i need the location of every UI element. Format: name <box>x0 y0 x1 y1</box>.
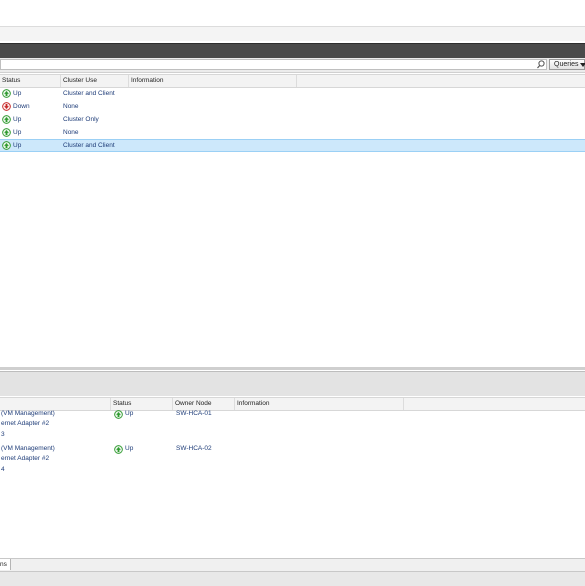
network-status: Up <box>13 129 22 136</box>
networks-grid-header: Status Cluster Use Information <box>0 74 585 88</box>
network-cluster-use: Cluster Only <box>63 116 99 123</box>
pane-title-bar <box>0 43 585 58</box>
network-cluster-use: Cluster and Client <box>63 90 115 97</box>
queries-label: Queries <box>554 61 579 68</box>
down-arrow-icon <box>2 102 11 111</box>
column-header-cluster-use[interactable]: Cluster Use <box>61 75 129 87</box>
connection-address: 3 <box>1 431 5 438</box>
connection-name: (VM Management) <box>1 445 55 452</box>
window-top-area <box>0 0 585 27</box>
network-status: Down <box>13 103 30 110</box>
connection-status: Up <box>125 445 134 452</box>
list-item[interactable]: (VM Management) ernet Adapter #2 3 Up SW… <box>0 410 585 442</box>
connection-status: Up <box>125 410 134 417</box>
network-cluster-use: None <box>63 103 79 110</box>
filter-input[interactable] <box>0 59 547 70</box>
tab-strip <box>0 558 585 571</box>
column-header-status[interactable]: Status <box>0 75 61 87</box>
network-status: Up <box>13 142 22 149</box>
list-item[interactable]: (VM Management) ernet Adapter #2 4 Up SW… <box>0 445 585 477</box>
network-status: Up <box>13 90 22 97</box>
connection-address: 4 <box>1 466 5 473</box>
column-header-information[interactable]: Information <box>235 398 404 410</box>
table-row[interactable]: Up Cluster and Client <box>0 87 585 100</box>
table-row[interactable]: Up Cluster Only <box>0 113 585 126</box>
up-arrow-icon <box>2 115 11 124</box>
connection-owner-node: SW-HCA-02 <box>176 445 212 452</box>
column-header-name[interactable] <box>0 398 111 410</box>
up-arrow-icon <box>2 141 11 150</box>
network-status: Up <box>13 116 22 123</box>
column-header-status[interactable]: Status <box>111 398 173 410</box>
column-header-information[interactable]: Information <box>129 75 297 87</box>
queries-button[interactable]: Queries <box>549 59 585 70</box>
tab-network-connections[interactable]: ns <box>0 559 11 570</box>
table-row[interactable]: Down None <box>0 100 585 113</box>
up-arrow-icon <box>2 89 11 98</box>
status-bar <box>0 571 585 586</box>
up-arrow-icon <box>114 410 123 419</box>
network-cluster-use: None <box>63 129 79 136</box>
connection-name: (VM Management) <box>1 410 55 417</box>
search-icon[interactable] <box>536 59 546 70</box>
connection-adapter: ernet Adapter #2 <box>1 455 50 462</box>
table-row[interactable]: Up None <box>0 126 585 139</box>
column-header-owner-node[interactable]: Owner Node <box>173 398 235 410</box>
details-pane-title <box>0 371 585 396</box>
chevron-down-icon <box>580 63 585 67</box>
network-cluster-use: Cluster and Client <box>63 142 115 149</box>
connection-adapter: ernet Adapter #2 <box>1 420 50 427</box>
up-arrow-icon <box>114 445 123 454</box>
connection-owner-node: SW-HCA-01 <box>176 410 212 417</box>
pane-splitter[interactable] <box>0 367 585 370</box>
toolbar-band <box>0 27 585 41</box>
connections-grid-header: Status Owner Node Information <box>0 397 585 411</box>
table-row-selected[interactable]: Up Cluster and Client <box>0 139 585 152</box>
up-arrow-icon <box>2 128 11 137</box>
